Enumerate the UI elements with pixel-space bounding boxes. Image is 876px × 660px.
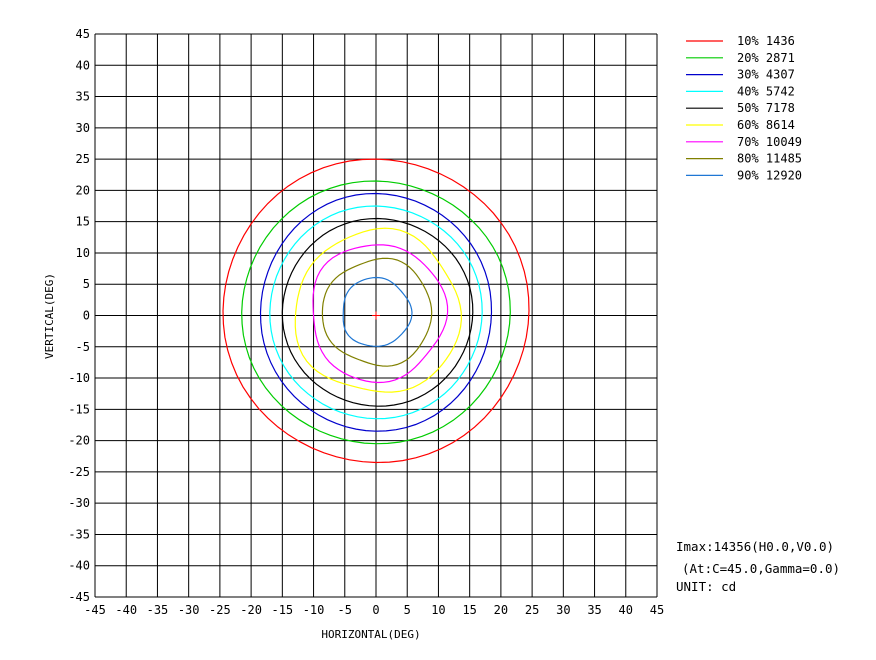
y-tick-label: -30 xyxy=(68,496,90,510)
legend-label-20: 20% 2871 xyxy=(737,51,795,65)
y-tick-label: 0 xyxy=(83,309,90,323)
y-axis-ticks: 45 40 35 30 25 20 15 10 5 0 -5 -10 -15 -20 -25 -30 -35 -4… xyxy=(68,27,90,604)
x-tick-label: -35 xyxy=(147,603,169,617)
y-tick-label: -10 xyxy=(68,371,90,385)
y-tick-label: -20 xyxy=(68,434,90,448)
y-tick-label: 30 xyxy=(76,121,90,135)
x-tick-label: 35 xyxy=(587,603,601,617)
unit-readout: UNIT: cd xyxy=(676,579,737,594)
y-axis-label: VERTICAL(DEG) xyxy=(43,273,56,359)
x-tick-label: -10 xyxy=(303,603,325,617)
imax-readout: Imax:14356(H0.0,V0.0) xyxy=(676,539,835,554)
measurement-angle-readout: (At:C=45.0,Gamma=0.0) xyxy=(682,561,841,576)
contour-80-percent xyxy=(321,257,433,367)
legend-label-60: 60% 8614 xyxy=(737,118,795,132)
legend-label-30: 30% 4307 xyxy=(737,68,795,82)
y-tick-label: -5 xyxy=(76,340,90,354)
y-tick-label: 35 xyxy=(76,90,90,104)
x-tick-label: -15 xyxy=(271,603,293,617)
x-tick-label: 5 xyxy=(404,603,411,617)
y-tick-label: 15 xyxy=(76,215,90,229)
x-tick-label: -30 xyxy=(178,603,200,617)
y-tick-label: -40 xyxy=(68,559,90,573)
x-tick-label: -20 xyxy=(240,603,262,617)
y-tick-label: 5 xyxy=(83,277,90,291)
legend-label-40: 40% 5742 xyxy=(737,84,795,98)
y-tick-label: -45 xyxy=(68,590,90,604)
legend: 10% 1436 20% 2871 30% 4307 40% 5742 50% 7178… xyxy=(686,34,802,182)
x-axis-label: HORIZONTAL(DEG) xyxy=(321,628,420,641)
y-tick-label: -15 xyxy=(68,402,90,416)
y-tick-label: 10 xyxy=(76,246,90,260)
contour-70-percent xyxy=(312,244,449,384)
x-tick-label: 10 xyxy=(431,603,445,617)
legend-label-70: 70% 10049 xyxy=(737,135,802,149)
x-axis-ticks: -45 -40 -35 -30 -25 -20 -15 -10 -5 0 5 10 15 20 25 30 35… xyxy=(84,603,664,617)
legend-label-80: 80% 11485 xyxy=(737,152,802,166)
x-tick-label: 15 xyxy=(462,603,476,617)
y-tick-label: 40 xyxy=(76,58,90,72)
y-tick-label: 25 xyxy=(76,152,90,166)
y-tick-label: -35 xyxy=(68,527,90,541)
y-tick-label: 45 xyxy=(76,27,90,41)
y-tick-label: -25 xyxy=(68,465,90,479)
legend-label-10: 10% 1436 xyxy=(737,34,795,48)
x-tick-label: -5 xyxy=(338,603,352,617)
x-tick-label: 0 xyxy=(372,603,379,617)
x-tick-label: -25 xyxy=(209,603,231,617)
y-tick-label: 20 xyxy=(76,183,90,197)
contour-90-percent xyxy=(342,276,413,347)
x-tick-label: 40 xyxy=(619,603,633,617)
x-tick-label: 30 xyxy=(556,603,570,617)
legend-label-90: 90% 12920 xyxy=(737,168,802,182)
x-tick-label: -40 xyxy=(115,603,137,617)
legend-label-50: 50% 7178 xyxy=(737,101,795,115)
x-tick-label: 45 xyxy=(650,603,664,617)
center-marker xyxy=(372,311,380,320)
x-tick-label: 25 xyxy=(525,603,539,617)
x-tick-label: 20 xyxy=(494,603,508,617)
x-tick-label: -45 xyxy=(84,603,106,617)
